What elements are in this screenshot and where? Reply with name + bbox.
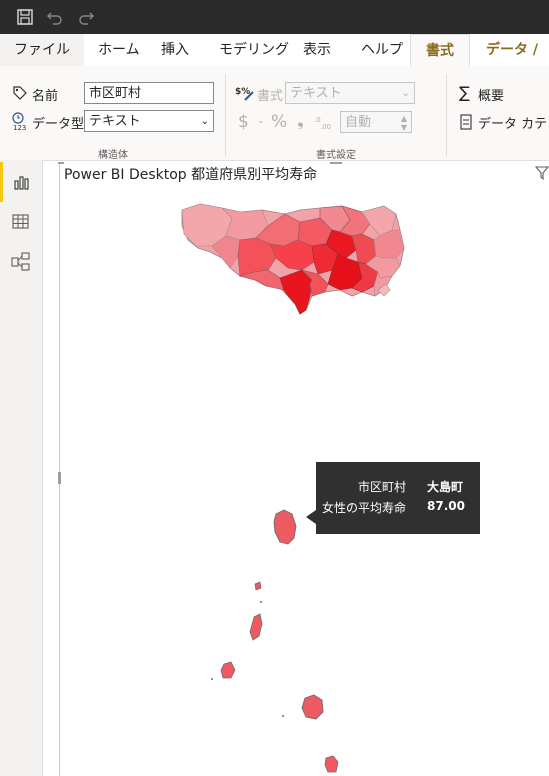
map-region-miyake[interactable] — [301, 694, 324, 720]
tooltip-arrow — [306, 510, 316, 524]
map-region-niijima[interactable] — [249, 613, 263, 641]
map-region-islet[interactable] — [260, 601, 262, 603]
map-tooltip: 市区町村 大島町 女性の平均寿命 87.00 — [316, 462, 480, 534]
map-region-hachijo[interactable] — [324, 755, 339, 773]
tooltip-value: 大島町 — [427, 480, 464, 494]
map-region-islet[interactable] — [282, 715, 284, 717]
tooltip-key: 市区町村 — [357, 480, 406, 494]
map-region-islet[interactable] — [211, 678, 213, 680]
choropleth-map[interactable] — [0, 0, 549, 776]
tooltip-value: 87.00 — [427, 499, 465, 513]
tooltip-key: 女性の平均寿命 — [321, 501, 406, 515]
map-region-toshima[interactable] — [254, 581, 262, 591]
tooltip-row: 女性の平均寿命 87.00 — [316, 499, 480, 517]
map-region-kozushima[interactable] — [220, 661, 236, 679]
tooltip-row: 市区町村 大島町 — [316, 478, 480, 496]
map-region-oshima[interactable] — [273, 509, 297, 545]
